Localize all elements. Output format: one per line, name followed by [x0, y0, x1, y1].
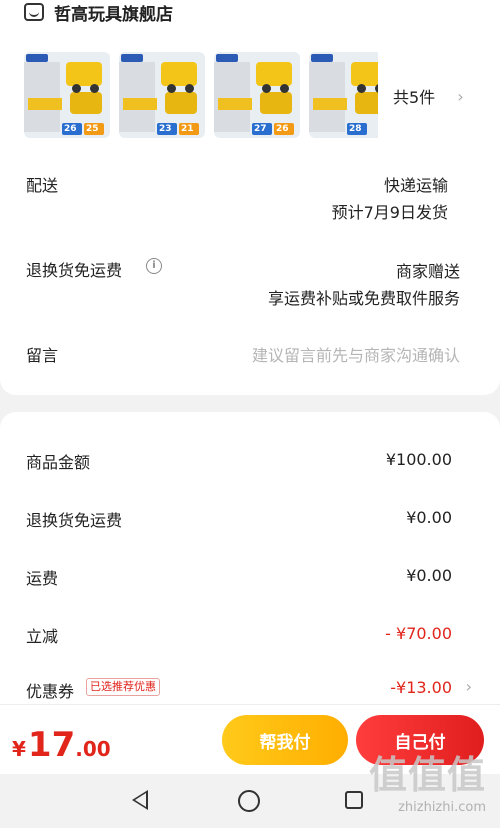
goods-amount-label: 商品金额 — [26, 453, 91, 472]
product-thumbnail[interactable]: 28 — [309, 52, 378, 138]
watermark-url: zhizhizhi.com — [398, 800, 486, 815]
product-tag: 26 — [274, 123, 294, 135]
shop-icon — [24, 3, 44, 21]
product-thumbnail[interactable]: 26 25 — [24, 52, 110, 138]
chevron-right-icon: › — [457, 86, 464, 106]
product-tag: 23 — [157, 123, 177, 135]
product-tag: 26 — [62, 123, 82, 135]
product-count-label: 共5件 — [393, 88, 436, 107]
product-tag: 25 — [84, 123, 104, 135]
product-tag: 27 — [252, 123, 272, 135]
total-currency: ¥ — [12, 737, 26, 761]
shipping-value: ¥0.00 — [406, 566, 452, 585]
product-tag: 28 — [347, 123, 367, 135]
product-thumbnails[interactable]: 26 25 23 21 27 26 28 — [24, 52, 378, 140]
product-count[interactable]: 共5件 › — [393, 84, 464, 108]
recent-apps-icon[interactable] — [345, 791, 363, 809]
message-input[interactable]: 建议留言前先与商家沟通确认 — [252, 342, 460, 366]
chevron-right-icon[interactable]: › — [466, 677, 472, 696]
info-icon[interactable]: i — [146, 258, 162, 274]
return-shipping-value: 商家赠送 — [395, 262, 460, 281]
coupon-value[interactable]: -¥13.00 — [390, 678, 452, 697]
return-shipping-label: 退换货免运费 — [26, 261, 123, 280]
order-info-card: 哲高玩具旗舰店 26 25 23 21 27 26 28 共5件 › 配送 快递… — [0, 0, 500, 395]
return-shipping-desc: 享运费补贴或免费取件服务 — [267, 289, 460, 308]
total-integer: 17 — [27, 725, 76, 765]
return-fee-value: ¥0.00 — [406, 508, 452, 527]
goods-amount-value: ¥100.00 — [385, 450, 452, 469]
product-thumbnail[interactable]: 27 26 — [214, 52, 300, 138]
shop-header[interactable]: 哲高玩具旗舰店 — [24, 0, 173, 25]
coupon-label[interactable]: 优惠券 — [26, 678, 74, 702]
shop-name: 哲高玩具旗舰店 — [54, 4, 173, 25]
help-pay-button[interactable]: 帮我付 — [222, 715, 348, 765]
discount-label: 立减 — [26, 627, 59, 646]
product-thumbnail[interactable]: 23 21 — [119, 52, 205, 138]
back-icon[interactable] — [132, 790, 148, 810]
watermark: 值值值 — [368, 753, 486, 797]
discount-value: - ¥70.00 — [385, 624, 452, 643]
return-fee-label: 退换货免运费 — [26, 511, 123, 530]
message-label: 留言 — [26, 346, 59, 365]
delivery-eta: 预计7月9日发货 — [331, 203, 448, 222]
delivery-label: 配送 — [26, 176, 59, 195]
home-icon[interactable] — [238, 790, 260, 812]
shipping-label: 运费 — [26, 569, 59, 588]
coupon-badge: 已选推荐优惠 — [86, 678, 160, 696]
total-decimal: .00 — [75, 737, 111, 761]
delivery-method: 快递运输 — [383, 176, 448, 195]
product-tag: 21 — [179, 123, 199, 135]
total-price: ¥ 17 .00 — [12, 725, 111, 765]
